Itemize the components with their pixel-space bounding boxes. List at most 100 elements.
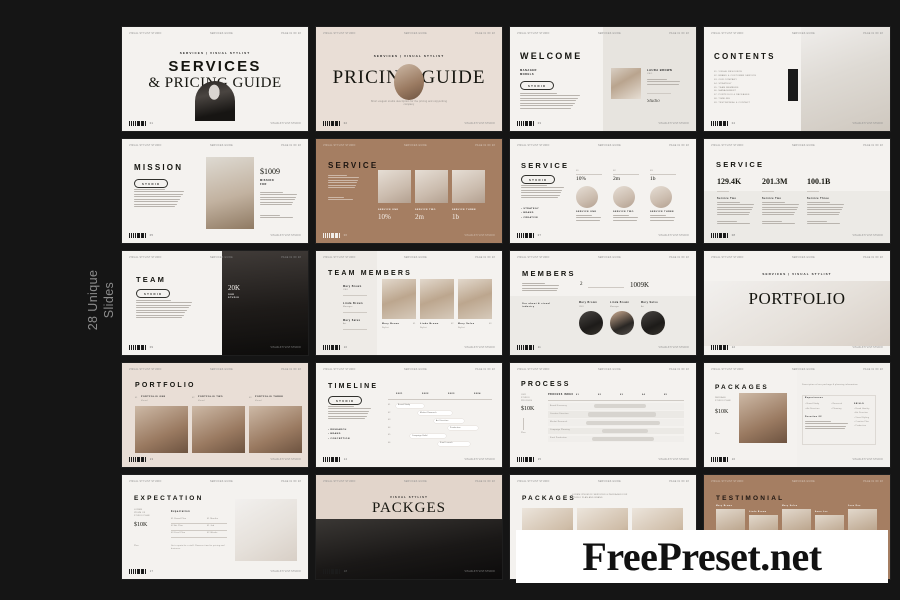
slide-10[interactable]: TEAM MEMBERS Mary Brown CEO Linda Brown Mana… (316, 251, 502, 355)
header-center: SERVICES GUIDE (791, 257, 815, 259)
header-left: VISUAL STYLIST STUDIO (711, 481, 744, 483)
header-center: SERVICES GUIDE (403, 369, 427, 371)
body-line (717, 206, 753, 208)
footer-right: VISUALSTYLIST.STUDIO (270, 346, 301, 349)
slide-2[interactable]: SERVICES | VISUAL STYLIST PRICING GUIDE Sh… (316, 27, 502, 131)
studio-pill[interactable]: STUDIO (521, 175, 556, 185)
body-line (520, 100, 577, 102)
body-line (522, 283, 545, 285)
slide-14[interactable]: TIMELINE STUDIO • RESEARCH • BRAND • CONCEPT… (316, 363, 502, 467)
contents-item[interactable]: 04. STRATEGY (714, 83, 756, 85)
body-line (134, 206, 176, 208)
footer-left: 18 (323, 569, 348, 574)
slide-footer: 13 VISUALSTYLIST.STUDIO (129, 457, 301, 462)
slide-subtitle: Short elegant studio description for the… (370, 101, 448, 107)
card-caption: SERVICE TWO (613, 211, 634, 213)
slide-title: PACKAGES (522, 495, 576, 502)
slide-5[interactable]: MISSION STUDIO $1009 MISSION FOR VISUAL STYL… (122, 139, 308, 243)
body-copy (650, 215, 676, 221)
body-line (650, 217, 676, 219)
slide-header: VISUAL STYLIST STUDIO SERVICES GUIDE PAGE … (711, 480, 883, 484)
barcode-bar (726, 121, 728, 126)
portfolio-photo (192, 406, 245, 453)
slide-footer: 04 VISUALSTYLIST.STUDIO (711, 121, 883, 126)
table-header: PROCESS INDEX (548, 394, 574, 396)
body-line (805, 425, 847, 427)
studio-pill[interactable]: STUDIO (520, 81, 555, 91)
stat-caption: Service Three (807, 197, 830, 200)
header-right: PAGE 01 OF 28 (863, 369, 883, 371)
slide-header: VISUAL STYLIST STUDIO SERVICES GUIDE PAGE … (517, 144, 689, 148)
slide-7[interactable]: SERVICE STUDIO • STRATEGY • BRAND • CREATIVE… (510, 139, 696, 243)
slide-16[interactable]: PACKAGES PACKAGE STUDIO PLAN $10K Plan Descr… (704, 363, 890, 467)
slide-header: VISUAL STYLIST STUDIO SERVICES GUIDE PAGE … (323, 368, 495, 372)
barcode-icon (711, 457, 728, 462)
slide-1[interactable]: SERVICES | VISUAL STYLIST SERVICES & PRICI… (122, 27, 308, 131)
slide-4[interactable]: CONTENTS 01. VISUAL RESOURCE 02. BRAND & C… (704, 27, 890, 131)
barcode-bar (532, 121, 534, 126)
page-number: 17 (149, 570, 154, 573)
stat-value: $10K (521, 406, 535, 412)
table-row-name: 02 Art Plan (171, 525, 183, 527)
slide-footer: 14 VISUALSTYLIST.STUDIO (323, 457, 495, 462)
footer-right: VISUALSTYLIST.STUDIO (464, 458, 495, 461)
header-center: SERVICES GUIDE (791, 481, 815, 483)
header-center: SERVICES GUIDE (209, 257, 233, 259)
footer-left: 05 (129, 233, 153, 238)
avatar-name: Mary Salvo (641, 302, 659, 304)
page-number: 18 (343, 570, 348, 573)
card-role: Stylist (458, 327, 465, 329)
slide-title: PROCESS (521, 381, 571, 388)
table-header: 04 (642, 394, 646, 396)
footer-left: 17 (129, 569, 154, 574)
bullet-item: • BRAND (328, 433, 341, 436)
studio-pill[interactable]: STUDIO (134, 179, 169, 189)
slide-17[interactable]: EXPECTATION LOREM IPSUM OF STUDIO PLAN $10… (122, 475, 308, 579)
page-number: 07 (537, 234, 542, 237)
contents-item[interactable]: 09. TESTIMONIAL & CONTACT (714, 102, 756, 104)
slide-8[interactable]: SERVICE 129.4K Service Two 201.3M Service Tw… (704, 139, 890, 243)
panel-item: • Research (831, 403, 843, 405)
slide-9[interactable]: TEAM STUDIO 20K OUR STUDIO VISUAL STYLIST ST… (122, 251, 308, 355)
body-line (717, 223, 750, 225)
slide-12[interactable]: SERVICES | VISUAL STYLIST PORTFOLIO VISUAL… (704, 251, 890, 355)
footer-right: VISUALSTYLIST.STUDIO (464, 346, 495, 349)
slide-13[interactable]: PORTFOLIO 01 PORTFOLIO ONE Visual 02 PORTFOLI… (122, 363, 308, 467)
body-copy (520, 93, 582, 109)
contents-item[interactable]: 05. TEAM MEMBERS (714, 87, 756, 89)
header-left: VISUAL STYLIST STUDIO (517, 257, 550, 259)
body-line (260, 215, 281, 217)
avatar (641, 311, 665, 335)
stat-caption: Service Two (762, 197, 782, 200)
slide-6[interactable]: SERVICE SERVICE ONE 10% SERVICE TWO 2m SERVIC… (316, 139, 502, 243)
studio-pill[interactable]: STUDIO (136, 289, 171, 299)
header-right: PAGE 01 OF 28 (281, 145, 301, 147)
contents-item[interactable]: 01. VISUAL RESOURCE (714, 71, 756, 73)
body-copy (647, 79, 681, 85)
header-center: SERVICES GUIDE (403, 257, 427, 259)
studio-pill[interactable]: STUDIO (328, 396, 363, 406)
note-text: Get a quote for a staff. Reserve time fo… (171, 545, 225, 550)
contents-item[interactable]: 06. MANAGEMENT (714, 90, 756, 92)
card-name: Mary Salvo (458, 323, 475, 325)
body-line (647, 81, 680, 83)
timeline-task: Market Research (420, 412, 437, 414)
contents-item[interactable]: 08. TIMELINE (714, 98, 756, 100)
slide-15[interactable]: PROCESS OUR STUDIO PROCESS $10K Plan PROCESS… (510, 363, 696, 467)
divider (613, 174, 639, 175)
slide-3[interactable]: WELCOME MANAGER MODELS STUDIO LAURA BROWN CE… (510, 27, 696, 131)
footer-left: 09 (129, 345, 153, 350)
slide-11[interactable]: MEMBERS 2 1009K Our about & visual industry… (510, 251, 696, 355)
header-center: SERVICES GUIDE (597, 369, 621, 371)
header-left: VISUAL STYLIST STUDIO (517, 145, 550, 147)
contents-item[interactable]: 07. PORTFOLIO & PACKAGES (714, 94, 756, 96)
contents-item[interactable]: 02. BRAND & CUSTOMER SERVICE (714, 75, 756, 77)
slide-18[interactable]: VISUAL STYLIST PACKGES VISUAL STYLIST STUD… (316, 475, 502, 579)
stat-value: $10K (715, 409, 729, 415)
contents-item[interactable]: 03. OUR COMPANY (714, 79, 756, 81)
stat-value: $1009 (260, 167, 280, 176)
body-line (647, 83, 679, 85)
mission-photo (206, 157, 254, 229)
body-line (807, 202, 830, 204)
table-header: 05 (664, 394, 668, 396)
